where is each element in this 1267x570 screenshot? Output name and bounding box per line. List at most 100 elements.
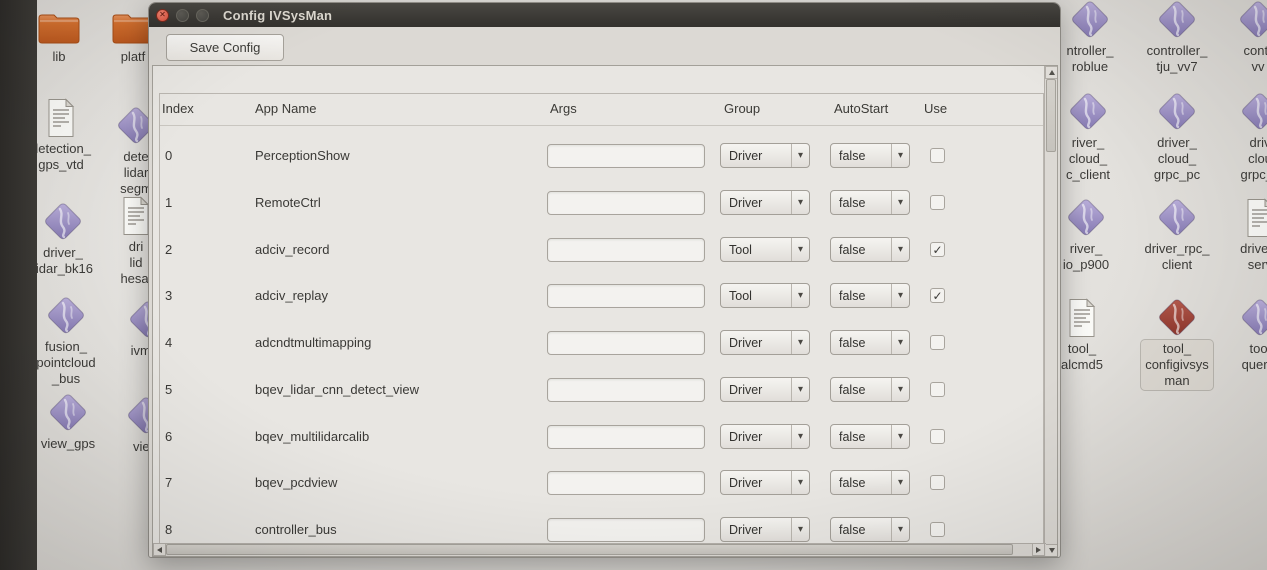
minimize-button[interactable] [176,9,189,22]
chevron-down-icon: ▾ [791,425,809,448]
index-cell: 5 [165,372,172,408]
group-select[interactable]: Driver▾ [720,424,810,449]
use-checkbox[interactable] [930,522,945,537]
use-checkbox[interactable] [930,148,945,163]
diamond-icon [1064,198,1108,238]
args-input[interactable] [547,238,705,262]
diamond-icon [1066,92,1110,132]
desktop-icon[interactable]: contr vv [1202,0,1267,76]
use-checkbox[interactable]: ✓ [930,288,945,303]
group-select[interactable]: Driver▾ [720,143,810,168]
use-checkbox[interactable]: ✓ [930,242,945,257]
autostart-select-value: false [831,430,891,444]
doc-icon [44,98,78,138]
group-select[interactable]: Driver▾ [720,470,810,495]
diamond-icon [1155,0,1199,40]
autostart-select-value: false [831,523,891,537]
autostart-select[interactable]: false▾ [830,377,910,402]
diamond-icon [46,393,90,433]
use-checkbox[interactable] [930,195,945,210]
autostart-select-value: false [831,243,891,257]
config-window: ✕ Config IVSysMan Save Config Index App … [148,2,1061,558]
titlebar[interactable]: ✕ Config IVSysMan [149,3,1060,27]
args-input[interactable] [547,191,705,215]
diamond-icon [1155,198,1199,238]
use-checkbox[interactable] [930,475,945,490]
autostart-select[interactable]: false▾ [830,470,910,495]
check-icon: ✓ [932,290,942,302]
column-header-autostart: AutoStart [834,101,888,116]
table-row: 1RemoteCtrlDriver▾false▾ [153,185,1058,221]
arrow-down-icon [1049,548,1055,553]
group-select[interactable]: Driver▾ [720,330,810,355]
group-select-value: Driver [721,476,791,490]
desktop-icon-label: driver_ cloud_ grpc_pc [1150,134,1204,184]
scroll-left-button[interactable] [153,543,166,556]
group-select[interactable]: Driver▾ [720,190,810,215]
scroll-down-button[interactable] [1045,544,1058,557]
save-config-button[interactable]: Save Config [166,34,284,61]
desktop-icon-label: driver_rpc_ client [1140,240,1213,274]
args-input[interactable] [547,471,705,495]
scroll-up-button[interactable] [1045,66,1058,79]
args-input[interactable] [547,284,705,308]
close-icon: ✕ [159,11,166,19]
args-input[interactable] [547,144,705,168]
group-select-value: Tool [721,243,791,257]
args-input[interactable] [547,518,705,542]
autostart-select[interactable]: false▾ [830,517,910,542]
group-select-value: Driver [721,149,791,163]
autostart-select[interactable]: false▾ [830,330,910,355]
desktop-icon[interactable]: tool queryr [1204,298,1267,374]
index-cell: 3 [165,278,172,314]
group-select-value: Driver [721,336,791,350]
args-input[interactable] [547,378,705,402]
index-cell: 2 [165,232,172,268]
chevron-down-icon: ▾ [791,378,809,401]
chevron-down-icon: ▾ [891,518,909,541]
autostart-select[interactable]: false▾ [830,143,910,168]
table-row: 3adciv_replayTool▾false▾✓ [153,278,1058,314]
use-checkbox[interactable] [930,382,945,397]
vertical-scroll-thumb[interactable] [1046,79,1056,152]
scroll-right-button[interactable] [1032,543,1045,556]
use-checkbox[interactable] [930,335,945,350]
chevron-down-icon: ▾ [891,471,909,494]
diamond-red-icon [1155,298,1199,338]
group-select[interactable]: Tool▾ [720,237,810,262]
arrow-up-icon [1049,70,1055,75]
vertical-scrollbar[interactable] [1044,66,1057,557]
diamond-icon [1155,92,1199,132]
app-name-cell: adcndtmultimapping [255,325,371,361]
desktop-icon[interactable]: driv clou grpc_s [1204,92,1267,184]
index-cell: 4 [165,325,172,361]
table-row: 6bqev_multilidarcalibDriver▾false▾ [153,419,1058,455]
args-input[interactable] [547,331,705,355]
autostart-select[interactable]: false▾ [830,424,910,449]
check-icon: ✓ [932,244,942,256]
use-checkbox[interactable] [930,429,945,444]
close-button[interactable]: ✕ [156,9,169,22]
maximize-button[interactable] [196,9,209,22]
chevron-down-icon: ▾ [891,238,909,261]
header-divider [160,125,1043,126]
autostart-select[interactable]: false▾ [830,283,910,308]
desktop-icon-label: tool_ configivsys man [1141,340,1213,390]
group-select[interactable]: Driver▾ [720,517,810,542]
desktop-icon-label: river_ cloud_ c_client [1062,134,1114,184]
autostart-select[interactable]: false▾ [830,237,910,262]
diamond-icon [1236,0,1267,40]
args-input[interactable] [547,425,705,449]
table-row: 2adciv_recordTool▾false▾✓ [153,232,1058,268]
group-select-value: Driver [721,430,791,444]
diamond-icon [44,296,88,336]
horizontal-scrollbar[interactable] [153,543,1046,556]
autostart-select[interactable]: false▾ [830,190,910,215]
desktop-icon-label: contr vv [1240,42,1267,76]
diamond-icon [1238,298,1267,338]
group-select[interactable]: Driver▾ [720,377,810,402]
group-select[interactable]: Tool▾ [720,283,810,308]
desktop-icon[interactable]: driver_ serv [1204,198,1267,274]
horizontal-scroll-thumb[interactable] [166,544,1013,555]
app-name-cell: RemoteCtrl [255,185,321,221]
